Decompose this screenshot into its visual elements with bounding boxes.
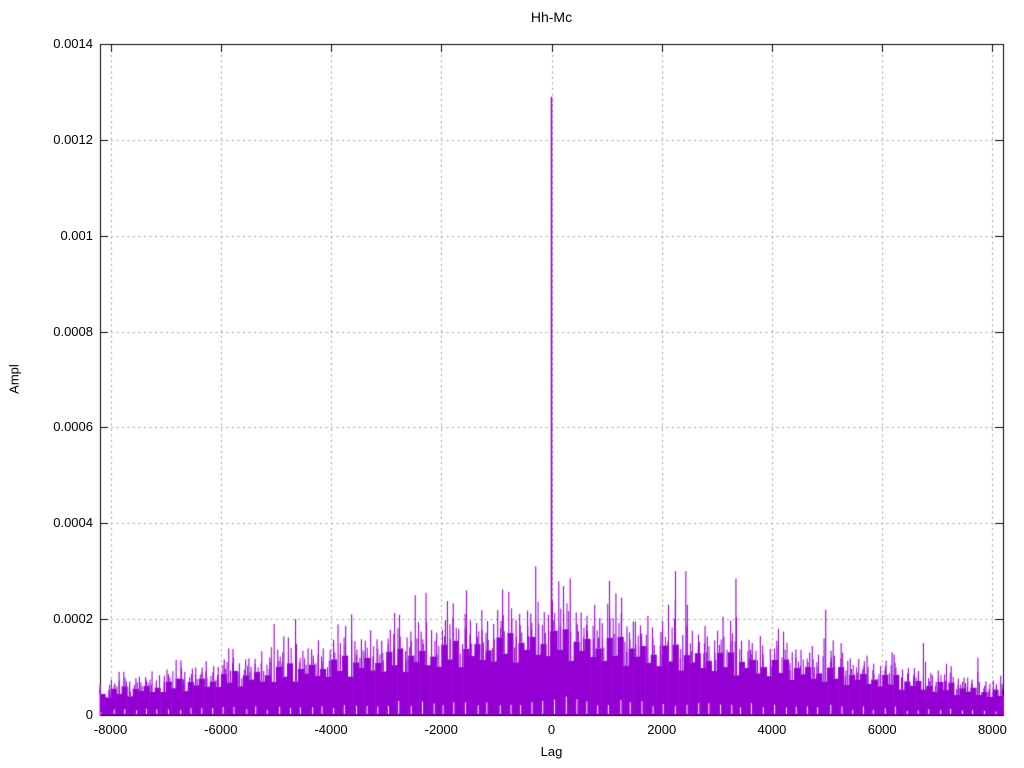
x-axis-label: Lag xyxy=(540,744,563,759)
x-tick-label: 4000 xyxy=(757,722,787,737)
plot-area xyxy=(0,0,1024,768)
y-tick-label: 0.0008 xyxy=(53,323,93,339)
y-tick-label: 0.0004 xyxy=(53,515,93,531)
x-tick-label: -6000 xyxy=(204,722,238,737)
correlation-chart: Hh-Mc Ampl Lag 0 0.0002 0.0004 0.0006 0.0008… xyxy=(0,0,1024,768)
y-tick-label: 0.0012 xyxy=(53,131,93,147)
x-tick-label: -4000 xyxy=(314,722,348,737)
x-tick-label: 0 xyxy=(547,722,556,737)
y-tick-label: 0.0002 xyxy=(53,611,93,627)
y-tick-label: 0.001 xyxy=(60,227,93,243)
chart-title: Hh-Mc xyxy=(530,9,573,25)
y-tick-label: 0.0014 xyxy=(53,36,93,51)
y-axis-label: Ampl xyxy=(6,364,22,394)
y-tick-label: 0 xyxy=(85,707,93,722)
x-tick-label: -2000 xyxy=(424,722,458,737)
x-tick-label: 2000 xyxy=(647,722,677,737)
y-tick-label: 0.0006 xyxy=(53,419,93,435)
x-tick-label: 6000 xyxy=(867,722,897,737)
x-tick-label: 8000 xyxy=(977,722,1007,737)
x-tick-label: -8000 xyxy=(93,722,128,737)
